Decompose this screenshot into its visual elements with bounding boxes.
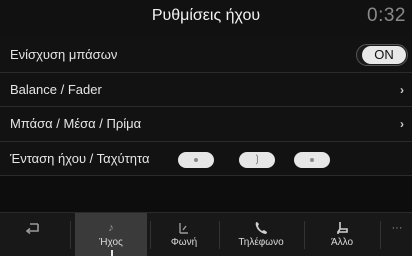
tab-divider xyxy=(304,221,305,249)
chevron-right-icon: › xyxy=(400,117,404,131)
speed-volume-row: Ένταση ήχου / Ταχύτητα ❳ xyxy=(0,141,412,176)
chevron-right-icon: › xyxy=(400,82,404,97)
tab-voice-label: Φωνή xyxy=(170,237,198,248)
audio-settings-screen: Ρυθμίσεις ήχου 0:32 Ενίσχυση μπάσων ON B… xyxy=(0,0,412,256)
level-mark-icon: ❳ xyxy=(252,153,262,165)
back-arrow-icon xyxy=(24,221,42,235)
balance-fader-label: Balance / Fader xyxy=(10,81,102,97)
toggle-state: ON xyxy=(362,46,406,64)
tab-sound-label: Ήχος xyxy=(99,237,123,248)
tab-divider xyxy=(70,221,71,249)
back-button[interactable] xyxy=(0,213,66,256)
tab-other-label: Άλλο xyxy=(330,237,354,248)
bass-boost-row[interactable]: Ενίσχυση μπάσων ON xyxy=(0,38,412,73)
speed-level-1-button[interactable] xyxy=(178,151,214,168)
bottom-tab-bar: ♪ Ήχος Φωνή Τηλέφωνο Άλλο ··· xyxy=(0,212,412,256)
speed-level-2-button[interactable]: ❳ xyxy=(239,151,275,168)
tab-voice[interactable]: Φωνή xyxy=(152,213,216,256)
active-tab-indicator xyxy=(111,250,113,256)
speed-volume-selector: ❳ xyxy=(178,151,336,168)
more-button[interactable]: ··· xyxy=(382,213,412,256)
eq-row[interactable]: Μπάσα / Μέσα / Πρίμα › xyxy=(0,107,412,142)
car-seat-icon xyxy=(333,221,351,235)
speed-volume-label: Ένταση ήχου / Ταχύτητα xyxy=(10,150,150,166)
music-note-icon: ♪ xyxy=(108,222,114,234)
page-title: Ρυθμίσεις ήχου xyxy=(151,7,261,24)
speed-level-3-button[interactable] xyxy=(294,151,330,168)
settings-list: Ενίσχυση μπάσων ON Balance / Fader › Μπά… xyxy=(0,38,412,176)
more-icon: ··· xyxy=(391,222,403,234)
dot-icon xyxy=(194,157,198,162)
tab-other[interactable]: Άλλο xyxy=(306,213,378,256)
phone-icon xyxy=(252,221,270,235)
balance-fader-row[interactable]: Balance / Fader › xyxy=(0,72,412,107)
clock: 0:32 xyxy=(367,5,406,26)
bass-boost-toggle[interactable]: ON xyxy=(356,44,408,66)
tab-divider xyxy=(219,221,220,249)
tab-phone[interactable]: Τηλέφωνο xyxy=(221,213,301,256)
dot-icon xyxy=(310,157,314,162)
tab-divider xyxy=(150,221,151,249)
tab-phone-label: Τηλέφωνο xyxy=(238,237,284,248)
title-bar: Ρυθμίσεις ήχου 0:32 xyxy=(0,0,412,38)
tab-divider xyxy=(380,221,381,249)
bass-boost-label: Ενίσχυση μπάσων xyxy=(10,47,118,62)
voice-icon xyxy=(175,221,193,235)
eq-label: Μπάσα / Μέσα / Πρίμα xyxy=(10,116,142,131)
